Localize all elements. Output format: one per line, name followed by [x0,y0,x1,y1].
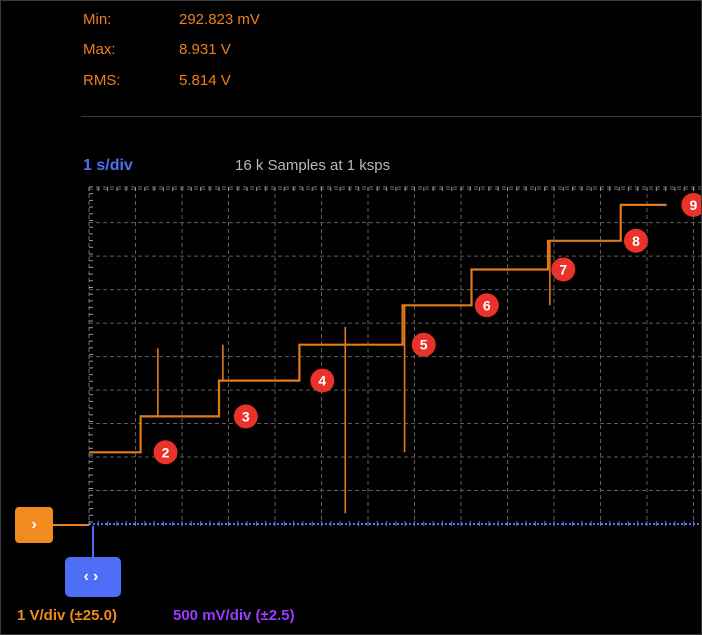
channel-offset-marker[interactable]: › [15,507,53,543]
step-marker-label: 3 [242,408,250,424]
step-marker-4: 4 [310,368,335,393]
waveform-plot[interactable]: 2 3 4 5 6 7 8 9 [1,1,701,634]
step-marker-8: 8 [623,228,648,253]
axis-ticks [53,186,701,557]
step-marker-label: 5 [420,337,428,353]
channel-a-range[interactable]: 1 V/div (±25.0) [17,607,117,624]
chevron-left-right-icon: ‹› [83,568,103,585]
step-marker-6: 6 [474,293,499,318]
step-marker-2: 2 [153,440,178,465]
grid [88,186,701,524]
step-marker-label: 4 [318,373,326,389]
step-marker-label: 2 [162,444,170,460]
step-marker-label: 7 [559,261,567,277]
oscilloscope-view: Min: 292.823 mV Max: 8.931 V RMS: 5.814 … [0,0,702,635]
step-marker-3: 3 [233,404,258,429]
step-marker-label: 6 [483,297,491,313]
channel-b-range[interactable]: 500 mV/div (±2.5) [173,607,295,624]
step-marker-label: 9 [689,197,697,213]
horizontal-position-marker[interactable]: ‹› [65,557,121,597]
trace [89,203,667,514]
series-line [89,203,667,454]
step-marker-label: 8 [632,233,640,249]
chevron-right-icon: › [31,516,37,533]
step-marker-7: 7 [551,257,576,282]
step-marker-5: 5 [411,332,436,357]
step-marker-9: 9 [681,192,701,217]
